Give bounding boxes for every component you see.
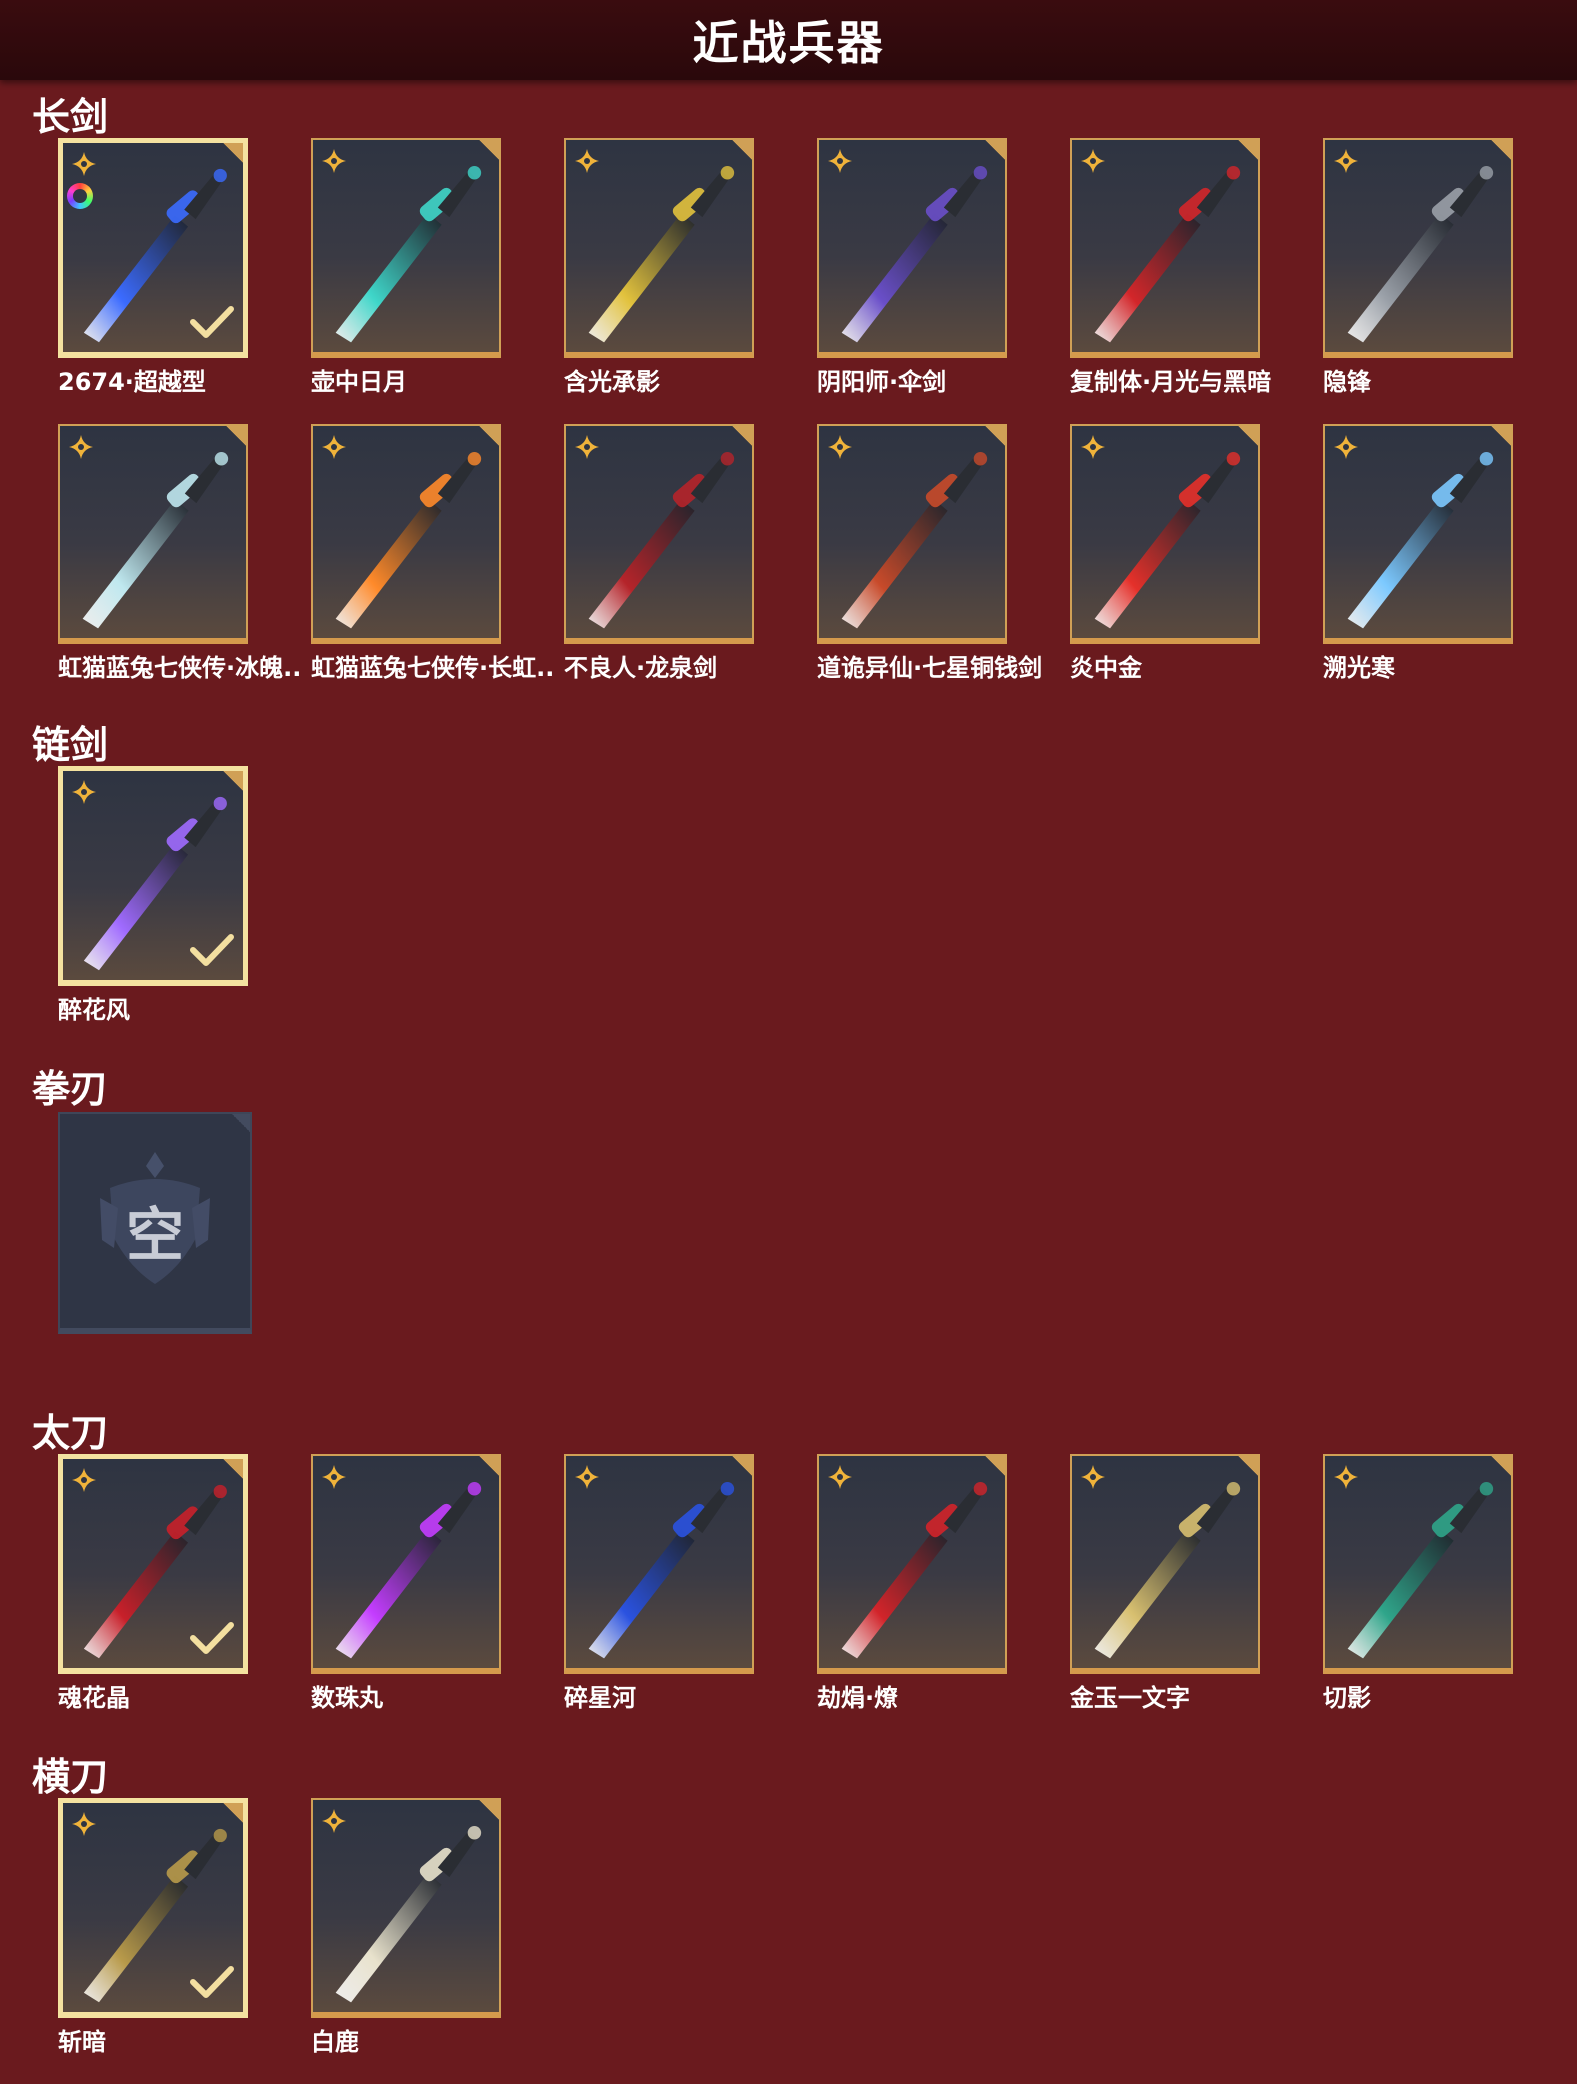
weapon-card[interactable]: [817, 1454, 1007, 1674]
weapon-card[interactable]: [564, 424, 754, 644]
star-rank-icon: [322, 1809, 346, 1833]
card-corner: [221, 1459, 243, 1481]
card-corner: [221, 143, 243, 165]
star-rank-icon: [72, 1812, 96, 1836]
weapon-card[interactable]: [817, 138, 1007, 358]
star-rank-icon: [575, 149, 599, 173]
weapon-name-label: 溯光寒: [1323, 654, 1395, 682]
weapon-name-label: 醉花风: [58, 996, 130, 1024]
weapon-name-label: 复制体·月光与黑暗: [1070, 368, 1272, 396]
star-rank-icon: [575, 1465, 599, 1489]
weapon-name-label: 阴阳师·伞剑: [817, 368, 947, 396]
weapon-name-label: 隐锋: [1323, 368, 1371, 396]
weapon-name-label: 道诡异仙·七星铜钱剑: [817, 654, 1043, 682]
weapon-card[interactable]: [311, 1454, 501, 1674]
page-title: 近战兵器: [692, 16, 885, 70]
weapon-name-label: 虹猫蓝兔七侠传·冰魄..: [58, 654, 302, 682]
weapon-name-label: 切影: [1323, 1684, 1371, 1712]
card-corner: [1489, 1456, 1511, 1478]
header-bar: 近战兵器: [0, 0, 1577, 80]
weapon-card[interactable]: [1323, 424, 1513, 644]
empty-slot-text: 空: [125, 1201, 184, 1269]
star-rank-icon: [1334, 1465, 1358, 1489]
star-rank-icon: [575, 435, 599, 459]
star-rank-icon: [72, 152, 96, 176]
weapon-name-label: 炎中金: [1070, 654, 1142, 682]
weapon-card[interactable]: [1070, 138, 1260, 358]
empty-weapon-slot[interactable]: 空: [58, 1112, 252, 1334]
weapon-card[interactable]: [564, 138, 754, 358]
weapon-card[interactable]: [58, 1454, 248, 1674]
card-corner: [221, 771, 243, 793]
weapon-card[interactable]: [311, 424, 501, 644]
star-rank-icon: [1081, 149, 1105, 173]
star-rank-icon: [828, 149, 852, 173]
star-rank-icon: [1081, 1465, 1105, 1489]
star-rank-icon: [828, 1465, 852, 1489]
weapon-name-label: 碎星河: [564, 1684, 636, 1712]
check-icon: [190, 934, 234, 966]
weapon-card[interactable]: [817, 424, 1007, 644]
card-corner: [477, 426, 499, 448]
star-rank-icon: [1081, 435, 1105, 459]
card-corner: [224, 426, 246, 448]
star-rank-icon: [1334, 149, 1358, 173]
star-rank-icon: [322, 149, 346, 173]
card-corner: [730, 1456, 752, 1478]
card-corner: [1236, 426, 1258, 448]
weapon-card[interactable]: [58, 138, 248, 358]
weapon-card[interactable]: [1323, 1454, 1513, 1674]
weapon-card[interactable]: [311, 1798, 501, 2018]
check-icon: [190, 306, 234, 338]
weapon-card[interactable]: [1070, 424, 1260, 644]
star-rank-icon: [828, 435, 852, 459]
card-corner: [221, 1803, 243, 1825]
weapon-card[interactable]: [1070, 1454, 1260, 1674]
card-corner: [477, 140, 499, 162]
card-corner: [1236, 140, 1258, 162]
weapon-name-label: 壶中日月: [311, 368, 407, 396]
slot-corner: [230, 1114, 250, 1134]
check-icon: [190, 1966, 234, 1998]
weapon-name-label: 数珠丸: [311, 1684, 383, 1712]
weapon-name-label: 虹猫蓝兔七侠传·长虹..: [311, 654, 555, 682]
weapon-name-label: 2674·超越型: [58, 368, 206, 396]
section-title-tachi: 太刀: [32, 1411, 109, 1455]
card-corner: [1489, 426, 1511, 448]
star-rank-icon: [72, 1468, 96, 1492]
weapon-card[interactable]: [58, 424, 248, 644]
weapon-card[interactable]: [58, 766, 248, 986]
section-title-horizontal-blade: 横刀: [32, 1755, 109, 1799]
color-ring-icon: [67, 183, 93, 209]
weapon-name-label: 不良人·龙泉剑: [564, 654, 718, 682]
card-corner: [983, 1456, 1005, 1478]
weapon-name-label: 魂花晶: [58, 1684, 130, 1712]
star-rank-icon: [72, 780, 96, 804]
weapon-name-label: 白鹿: [311, 2028, 359, 2056]
weapon-card[interactable]: [311, 138, 501, 358]
check-icon: [190, 1622, 234, 1654]
section-title-long-sword: 长剑: [32, 95, 109, 139]
weapon-name-label: 含光承影: [564, 368, 660, 396]
weapon-card[interactable]: [58, 1798, 248, 2018]
card-corner: [1489, 140, 1511, 162]
star-rank-icon: [322, 435, 346, 459]
section-title-chain-sword: 链剑: [32, 723, 109, 767]
card-corner: [477, 1456, 499, 1478]
card-corner: [730, 140, 752, 162]
card-corner: [477, 1800, 499, 1822]
card-corner: [983, 426, 1005, 448]
card-corner: [730, 426, 752, 448]
card-corner: [983, 140, 1005, 162]
weapon-name-label: 斩暗: [58, 2028, 106, 2056]
section-title-fist-blade: 拳刃: [32, 1067, 109, 1111]
star-rank-icon: [1334, 435, 1358, 459]
card-corner: [1236, 1456, 1258, 1478]
weapon-name-label: 劫焆·燎: [817, 1684, 899, 1712]
weapon-name-label: 金玉一文字: [1070, 1684, 1190, 1712]
star-rank-icon: [322, 1465, 346, 1489]
star-rank-icon: [69, 435, 93, 459]
weapon-card[interactable]: [564, 1454, 754, 1674]
weapon-card[interactable]: [1323, 138, 1513, 358]
